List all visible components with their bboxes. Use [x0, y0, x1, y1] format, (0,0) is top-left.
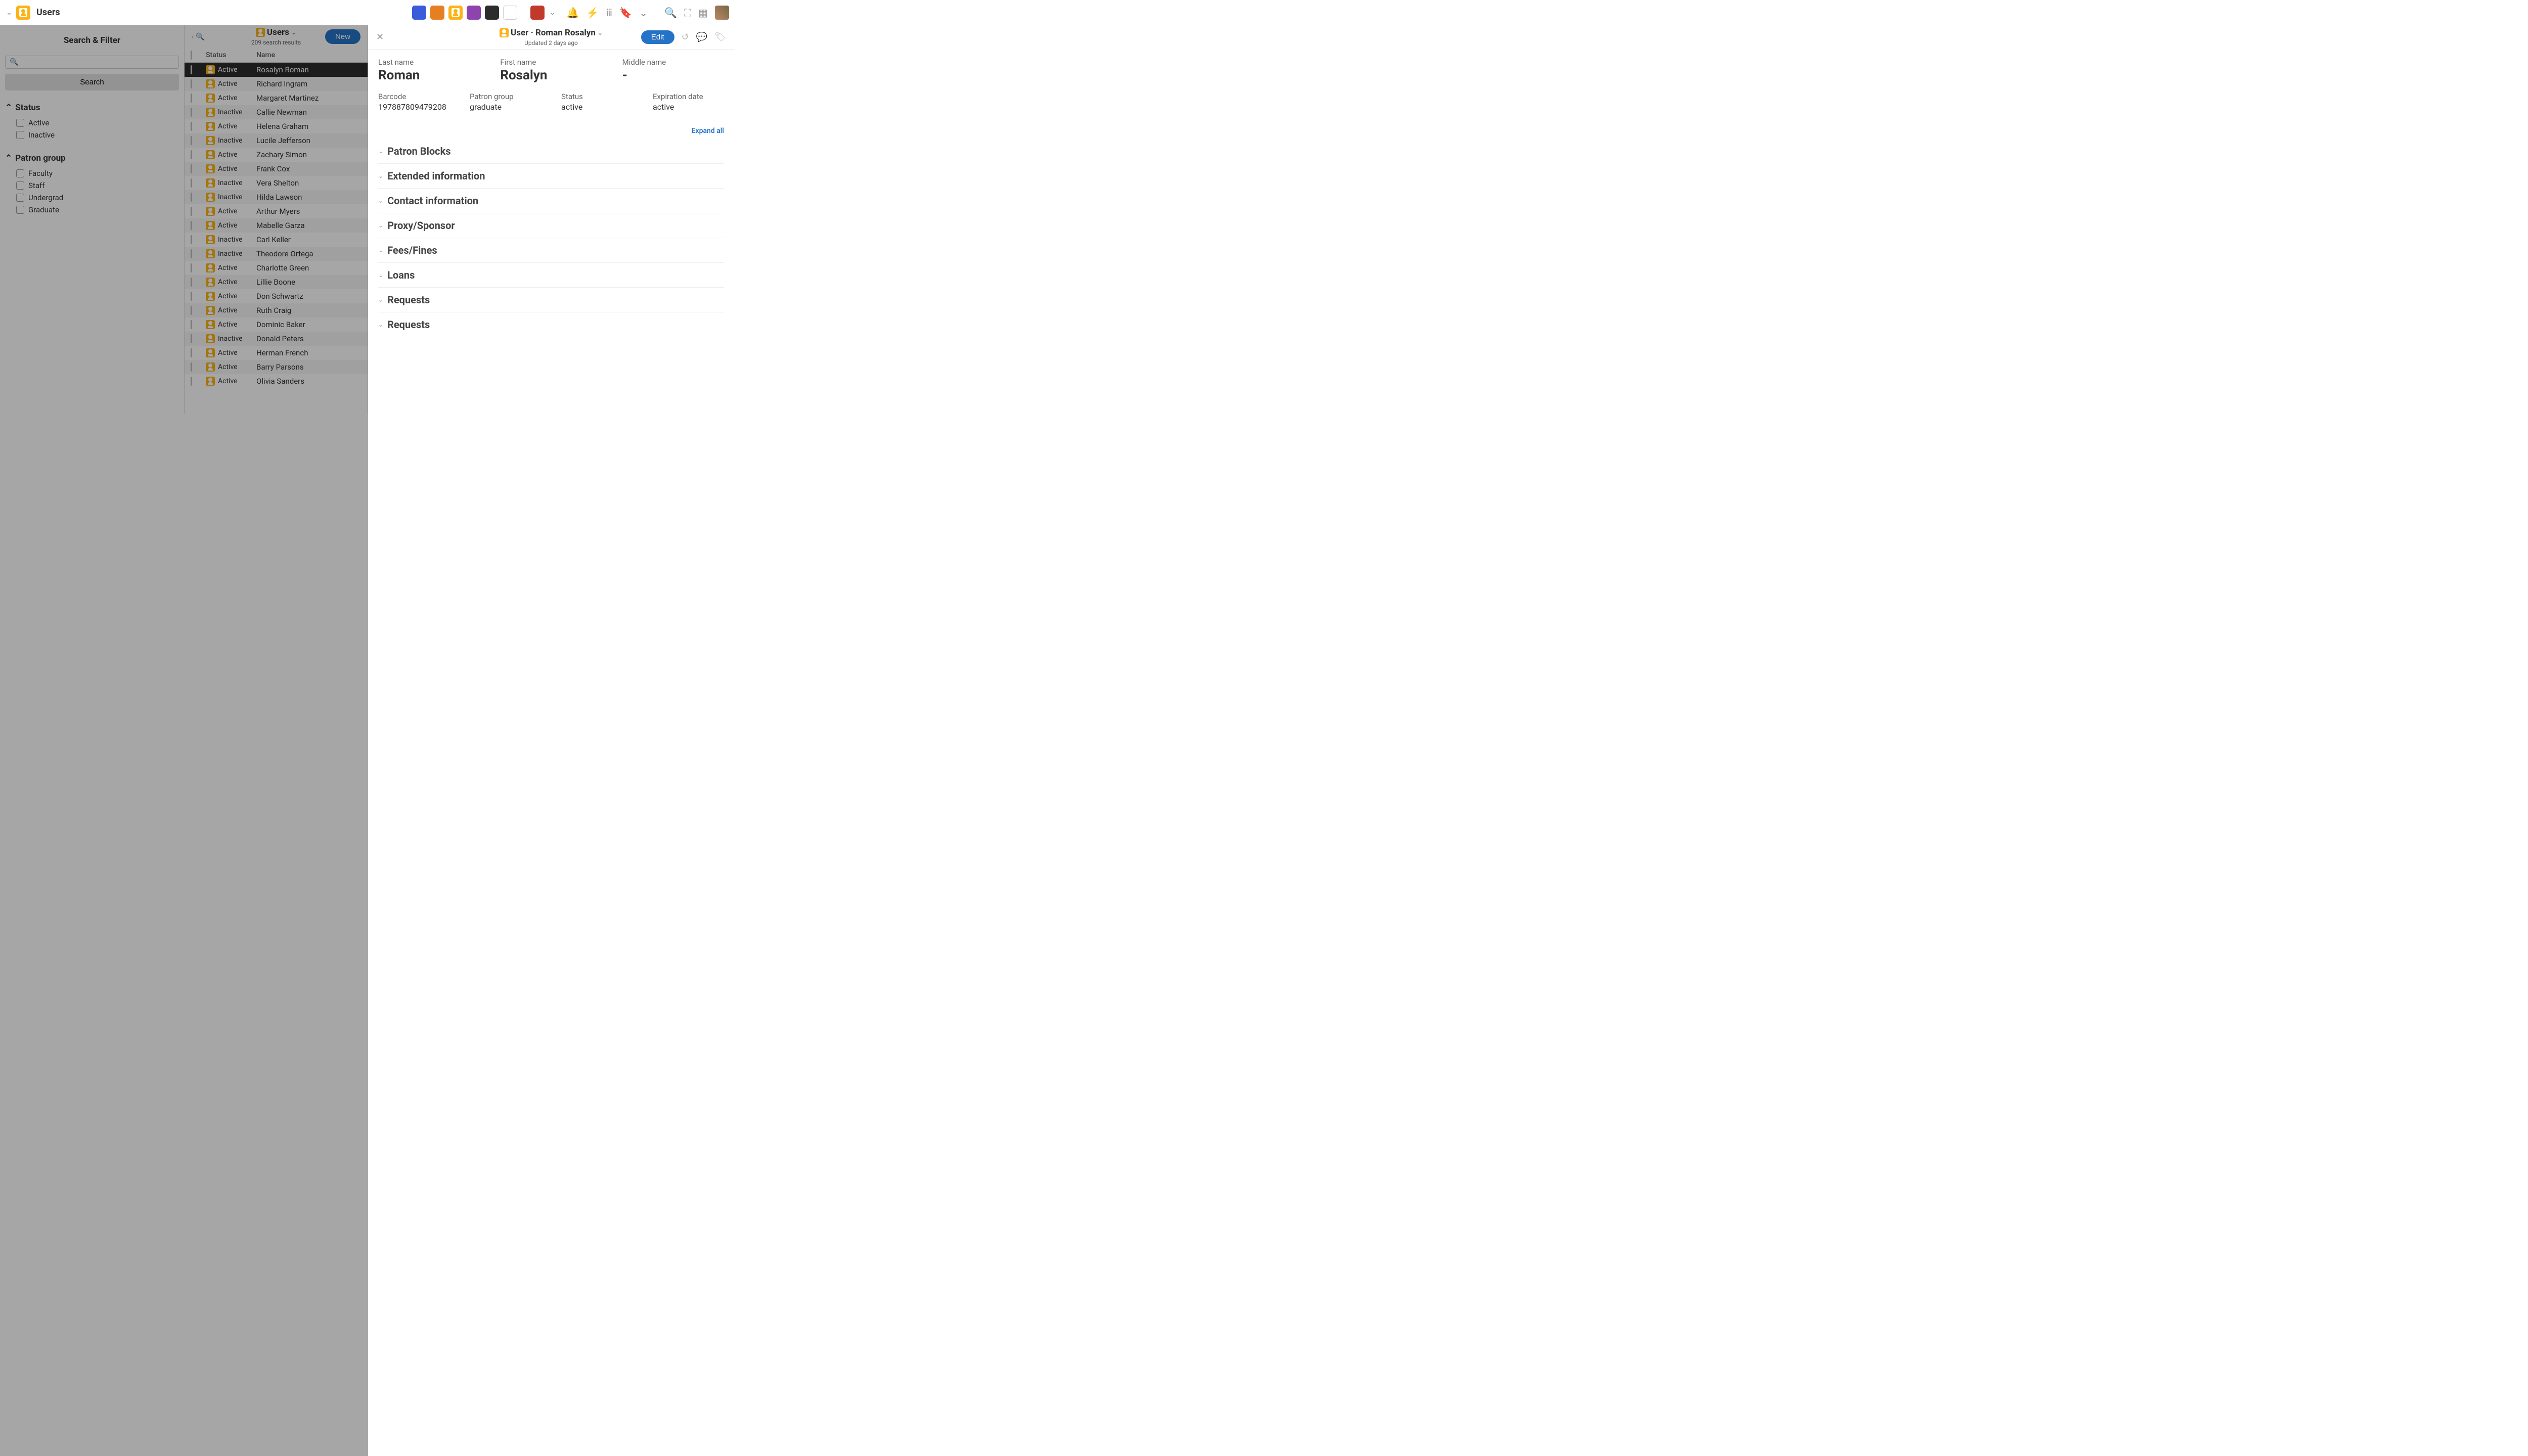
field-label: Middle name	[622, 58, 724, 67]
chevron-right-icon: ⌄	[378, 172, 383, 179]
chevron-right-icon: ⌄	[378, 148, 383, 155]
accordion-section[interactable]: ⌄ Extended information	[378, 164, 724, 189]
grid-icon[interactable]: ▦	[698, 7, 708, 19]
search-icon[interactable]: 🔍	[664, 7, 677, 19]
accordion-title: Requests	[387, 294, 430, 306]
chevron-right-icon: ⌄	[378, 197, 383, 204]
app-menu-chevron-icon[interactable]: ⌄	[5, 9, 13, 17]
comment-icon[interactable]: 💬	[696, 32, 707, 42]
background-scrim	[0, 25, 368, 1456]
app-icon-1[interactable]	[412, 6, 426, 20]
field-value: active	[561, 102, 633, 112]
bookmark-icon[interactable]: 🔖	[619, 7, 632, 19]
library-icon[interactable]: ⅲ	[606, 7, 613, 19]
accordion-section[interactable]: ⌄ Fees/Fines	[378, 238, 724, 263]
notifications-icon[interactable]: 🔔	[567, 7, 579, 19]
accordion-section[interactable]: ⌄ Requests	[378, 288, 724, 312]
chevron-right-icon: ⌄	[378, 247, 383, 254]
accordion-title: Fees/Fines	[387, 244, 437, 256]
accordion-section[interactable]: ⌄ Loans	[378, 263, 724, 288]
accordion-section[interactable]: ⌄ Requests	[378, 312, 724, 337]
profile-avatar[interactable]	[715, 6, 729, 20]
field-value: -	[622, 68, 724, 83]
field-value: Roman	[378, 68, 480, 83]
expand-all-link[interactable]: Expand all	[378, 127, 724, 135]
detail-title-text: User · Roman Rosalyn	[511, 28, 596, 38]
lightning-icon[interactable]: ⚡	[586, 7, 599, 19]
field-label: Last name	[378, 58, 480, 67]
chevron-down-icon: ⌄	[598, 29, 603, 36]
app-icon-2[interactable]	[430, 6, 444, 20]
app-icon-5[interactable]	[485, 6, 499, 20]
app-icon-4[interactable]	[467, 6, 481, 20]
app-title: Users	[36, 7, 60, 18]
app-switcher: ⌄	[412, 6, 557, 20]
field-label: Expiration date	[653, 92, 724, 101]
accordion-section[interactable]: ⌄ Proxy/Sponsor	[378, 213, 724, 238]
users-app-icon[interactable]	[16, 6, 30, 20]
history-icon[interactable]: ↺	[682, 32, 689, 42]
fullscreen-icon[interactable]: ⛶	[684, 7, 691, 19]
app-icon-6[interactable]	[503, 6, 517, 20]
field-label: First name	[500, 58, 602, 67]
users-mini-icon	[500, 28, 509, 37]
accordion-title: Proxy/Sponsor	[387, 219, 455, 232]
bookmark-chevron-icon[interactable]: ⌄	[639, 7, 647, 19]
accordion-title: Loans	[387, 269, 415, 281]
accordion-title: Requests	[387, 318, 430, 331]
field-value: active	[653, 102, 724, 112]
chevron-right-icon: ⌄	[378, 222, 383, 229]
field-value: Rosalyn	[500, 68, 602, 83]
chevron-right-icon: ⌄	[378, 296, 383, 303]
app-icon-3[interactable]	[448, 6, 463, 20]
field-label: Patron group	[470, 92, 541, 101]
accordion-title: Extended information	[387, 170, 485, 182]
accordion-section[interactable]: ⌄ Patron Blocks	[378, 139, 724, 164]
chevron-right-icon: ⌄	[378, 271, 383, 279]
accordion-title: Contact information	[387, 195, 478, 207]
accordion-title: Patron Blocks	[387, 145, 450, 157]
app-icon-7[interactable]	[530, 6, 545, 20]
field-label: Status	[561, 92, 633, 101]
tag-icon[interactable]: 🏷	[714, 32, 726, 42]
detail-title: User · Roman Rosalyn ⌄	[500, 28, 603, 38]
close-detail-icon[interactable]: ✕	[376, 32, 384, 42]
field-label: Barcode	[378, 92, 449, 101]
accordion-section[interactable]: ⌄ Contact information	[378, 189, 724, 213]
chevron-right-icon: ⌄	[378, 321, 383, 328]
edit-button[interactable]: Edit	[641, 30, 674, 44]
app-overflow-chevron-icon[interactable]: ⌄	[549, 9, 557, 17]
field-value: graduate	[470, 102, 541, 112]
field-value: 197887809479208	[378, 102, 449, 112]
